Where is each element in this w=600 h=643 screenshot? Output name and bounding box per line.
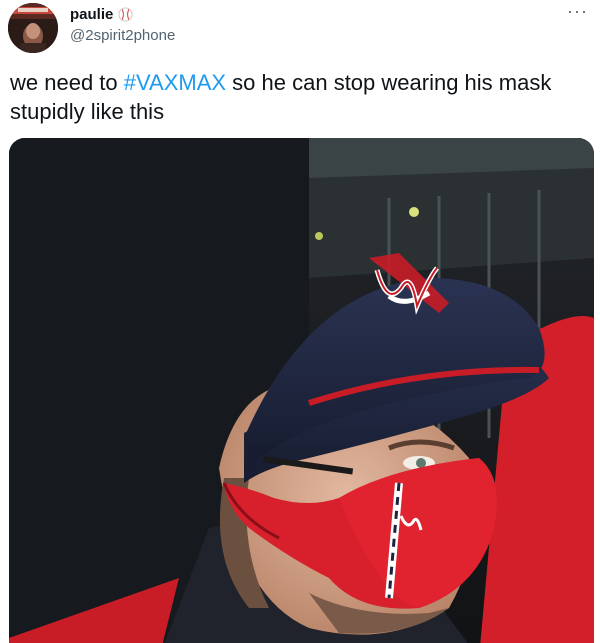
display-name[interactable]: paulie	[70, 6, 113, 23]
tweet-text-before: we need to	[10, 70, 124, 95]
hashtag-link[interactable]: #VAXMAX	[124, 70, 226, 95]
baseball-icon	[118, 7, 133, 22]
author-name-row[interactable]: paulie	[70, 6, 133, 23]
avatar[interactable]	[8, 3, 58, 53]
more-horizontal-icon: ···	[567, 1, 588, 21]
more-options-button[interactable]: ···	[567, 2, 588, 20]
tweet-media-photo[interactable]	[9, 138, 594, 643]
user-handle[interactable]: @2spirit2phone	[70, 27, 175, 44]
avatar-image	[8, 3, 58, 53]
tweet-card: paulie @2spirit2phone ··· we need to #VA…	[0, 0, 600, 643]
tweet-text: we need to #VAXMAX so he can stop wearin…	[10, 68, 595, 126]
photo-baseball-player-mask	[9, 138, 594, 643]
